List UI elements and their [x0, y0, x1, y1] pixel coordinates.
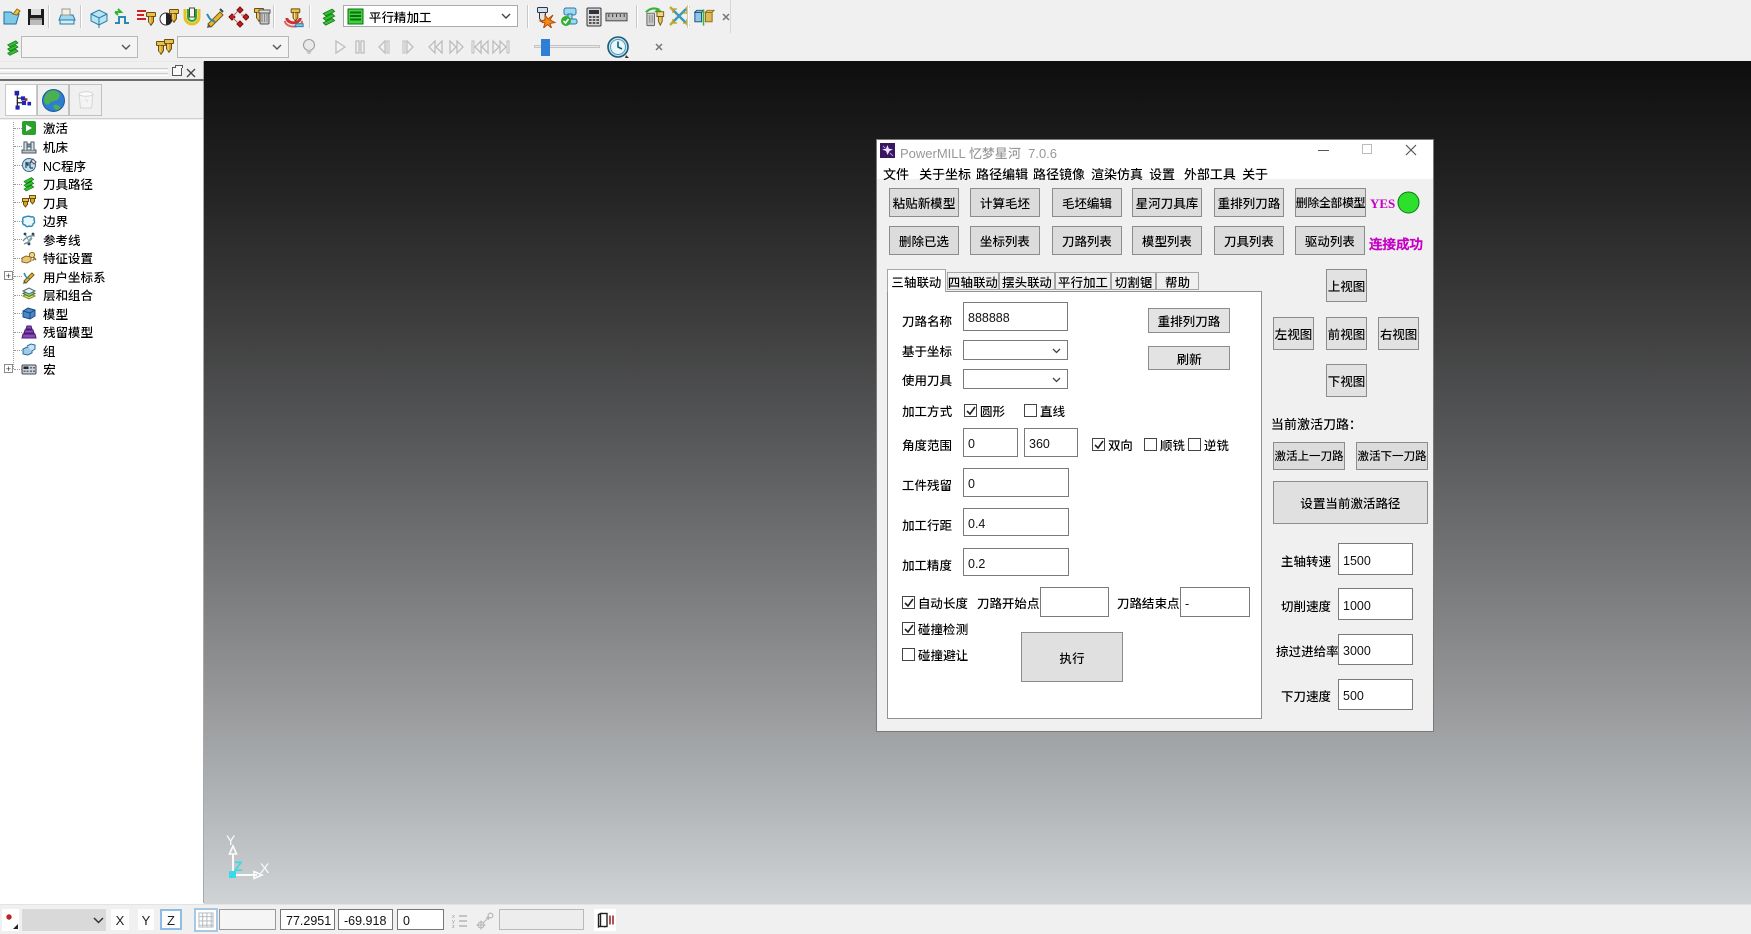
svg-text:X: X [260, 860, 270, 876]
svg-text:z: z [452, 924, 455, 929]
svg-text:Y: Y [226, 832, 236, 848]
